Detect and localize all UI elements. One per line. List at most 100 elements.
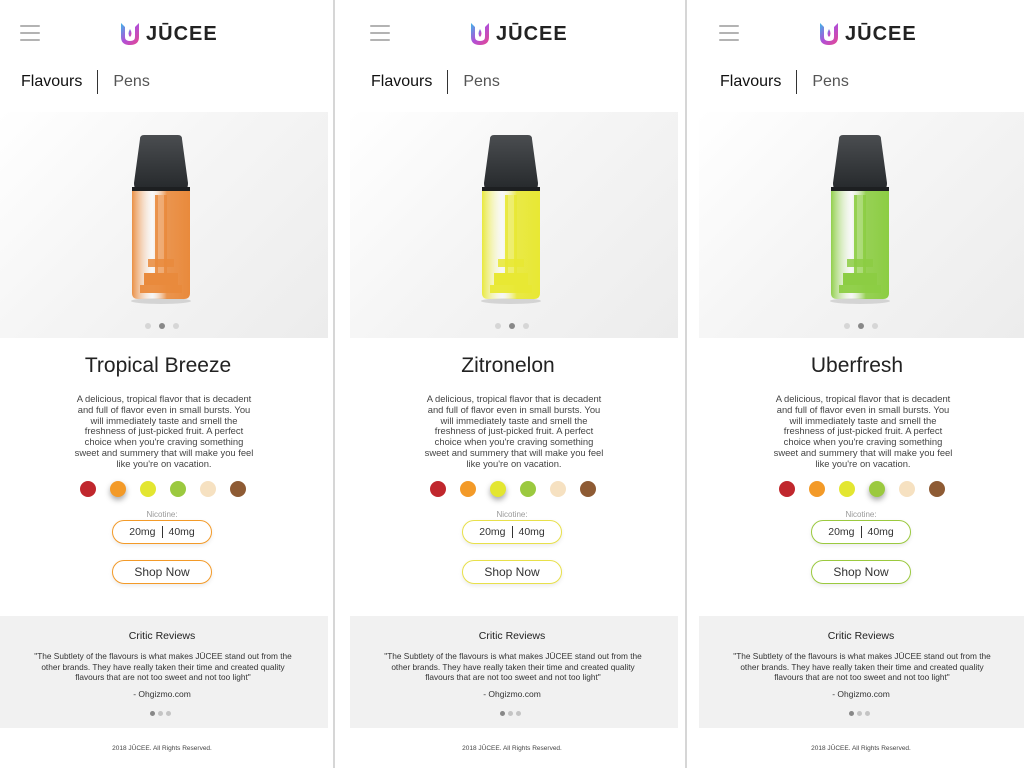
flavour-color-swatch[interactable] — [520, 481, 536, 497]
nicotine-option-40mg[interactable]: 40mg — [513, 526, 551, 538]
flavour-color-swatch[interactable] — [490, 481, 506, 497]
nicotine-toggle: 20mg 40mg — [462, 520, 562, 544]
nicotine-label: Nicotine: — [496, 510, 528, 519]
review-carousel-dot[interactable] — [865, 711, 870, 716]
tab-flavours[interactable]: Flavours — [371, 73, 432, 91]
brand-logo-text: JŪCEE — [845, 22, 917, 45]
carousel-dot[interactable] — [872, 323, 878, 329]
brand-logo[interactable]: JŪCEE — [118, 18, 218, 50]
screen-divider — [685, 0, 687, 768]
critic-reviews-section: Critic Reviews "The Subtlety of the flav… — [699, 616, 1024, 728]
nav-separator — [97, 70, 99, 94]
nicotine-option-20mg[interactable]: 20mg — [473, 526, 511, 538]
review-source: - Ohgizmo.com — [133, 689, 191, 699]
review-carousel-dot[interactable] — [150, 711, 155, 716]
nicotine-toggle: 20mg 40mg — [811, 520, 911, 544]
product-screen: JŪCEE Flavours Pens — [0, 0, 328, 768]
product-screen: JŪCEE Flavours Pens — [350, 0, 678, 768]
review-carousel-dot[interactable] — [158, 711, 163, 716]
flavour-color-swatch[interactable] — [779, 481, 795, 497]
flavour-swatches — [430, 481, 596, 497]
flavour-description: A delicious, tropical flavor that is dec… — [74, 393, 254, 469]
pod-cartridge-image — [481, 135, 541, 304]
brand-logo[interactable]: JŪCEE — [468, 18, 568, 50]
nicotine-option-20mg[interactable]: 20mg — [822, 526, 860, 538]
shop-now-button[interactable]: Shop Now — [112, 560, 212, 584]
review-quote: "The Subtlety of the flavours is what ma… — [384, 651, 642, 682]
pod-cartridge-image — [131, 135, 191, 304]
flavour-color-swatch[interactable] — [80, 481, 96, 497]
flavour-color-swatch[interactable] — [460, 481, 476, 497]
tab-pens[interactable]: Pens — [463, 73, 499, 91]
review-carousel-dot[interactable] — [166, 711, 171, 716]
nav-separator — [796, 70, 798, 94]
shop-now-button[interactable]: Shop Now — [811, 560, 911, 584]
tab-pens[interactable]: Pens — [812, 73, 848, 91]
review-carousel-dot[interactable] — [500, 711, 505, 716]
carousel-dot[interactable] — [509, 323, 515, 329]
tab-flavours[interactable]: Flavours — [720, 73, 781, 91]
nav-separator — [447, 70, 449, 94]
tab-flavours[interactable]: Flavours — [21, 73, 82, 91]
review-carousel-dot[interactable] — [857, 711, 862, 716]
top-nav: Flavours Pens — [720, 70, 849, 94]
brand-logo-icon — [121, 23, 139, 45]
hamburger-menu-icon[interactable] — [370, 25, 390, 43]
carousel-dot[interactable] — [495, 323, 501, 329]
review-source: - Ohgizmo.com — [483, 689, 541, 699]
flavour-color-swatch[interactable] — [580, 481, 596, 497]
footer-copyright: 2018 JŪCEE. All Rights Reserved. — [112, 745, 212, 752]
carousel-dot[interactable] — [145, 323, 151, 329]
flavour-color-swatch[interactable] — [110, 481, 126, 497]
review-carousel-dots — [849, 711, 870, 716]
flavour-color-swatch[interactable] — [230, 481, 246, 497]
nicotine-option-40mg[interactable]: 40mg — [862, 526, 900, 538]
brand-logo[interactable]: JŪCEE — [817, 18, 917, 50]
flavour-color-swatch[interactable] — [200, 481, 216, 497]
carousel-dot[interactable] — [159, 323, 165, 329]
product-image — [825, 135, 895, 305]
nicotine-toggle: 20mg 40mg — [112, 520, 212, 544]
reviews-title: Critic Reviews — [827, 630, 895, 642]
flavour-color-swatch[interactable] — [550, 481, 566, 497]
brand-logo-icon — [820, 23, 838, 45]
review-carousel-dots — [150, 711, 171, 716]
nicotine-option-20mg[interactable]: 20mg — [123, 526, 161, 538]
review-source: - Ohgizmo.com — [832, 689, 890, 699]
screen-divider — [333, 0, 335, 768]
flavour-color-swatch[interactable] — [929, 481, 945, 497]
tab-pens[interactable]: Pens — [113, 73, 149, 91]
flavour-color-swatch[interactable] — [170, 481, 186, 497]
hamburger-menu-icon[interactable] — [719, 25, 739, 43]
carousel-dot[interactable] — [858, 323, 864, 329]
product-image — [126, 135, 196, 305]
product-carousel-dots — [145, 323, 179, 329]
brand-logo-icon — [471, 23, 489, 45]
review-carousel-dot[interactable] — [516, 711, 521, 716]
carousel-dot[interactable] — [523, 323, 529, 329]
carousel-dot[interactable] — [844, 323, 850, 329]
review-quote: "The Subtlety of the flavours is what ma… — [34, 651, 292, 682]
flavour-color-swatch[interactable] — [869, 481, 885, 497]
flavour-name: Zitronelon — [461, 354, 555, 377]
review-quote: "The Subtlety of the flavours is what ma… — [733, 651, 991, 682]
shop-now-button[interactable]: Shop Now — [462, 560, 562, 584]
review-carousel-dot[interactable] — [849, 711, 854, 716]
nicotine-option-40mg[interactable]: 40mg — [163, 526, 201, 538]
review-carousel-dot[interactable] — [508, 711, 513, 716]
flavour-swatches — [779, 481, 945, 497]
brand-logo-text: JŪCEE — [146, 22, 218, 45]
product-screen: JŪCEE Flavours Pens — [699, 0, 1024, 768]
flavour-color-swatch[interactable] — [430, 481, 446, 497]
screens-container: JŪCEE Flavours Pens Tropical Breeze A de… — [0, 0, 1024, 768]
flavour-color-swatch[interactable] — [839, 481, 855, 497]
carousel-dot[interactable] — [173, 323, 179, 329]
flavour-color-swatch[interactable] — [899, 481, 915, 497]
review-carousel-dots — [500, 711, 521, 716]
reviews-title: Critic Reviews — [128, 630, 196, 642]
brand-logo-text: JŪCEE — [496, 22, 568, 45]
flavour-color-swatch[interactable] — [140, 481, 156, 497]
critic-reviews-section: Critic Reviews "The Subtlety of the flav… — [0, 616, 328, 728]
hamburger-menu-icon[interactable] — [20, 25, 40, 43]
flavour-color-swatch[interactable] — [809, 481, 825, 497]
